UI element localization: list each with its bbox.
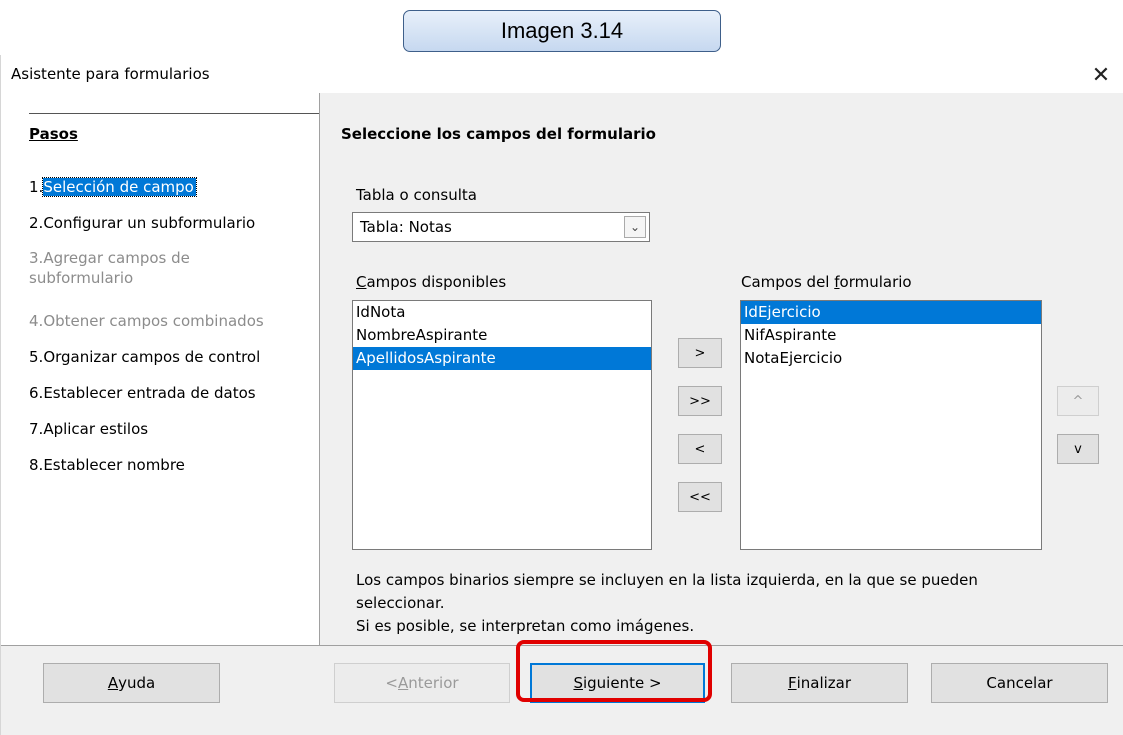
step-item-2[interactable]: 2.Configurar un subformulario: [29, 213, 255, 233]
finish-button[interactable]: Finalizar: [731, 663, 908, 703]
window-title: Asistente para formularios: [11, 65, 210, 83]
chevron-down-icon[interactable]: ⌄: [624, 216, 646, 238]
footer-divider: [1, 645, 1123, 646]
list-item[interactable]: IdEjercicio: [741, 301, 1041, 324]
step-label: Obtener campos combinados: [43, 312, 264, 330]
list-item[interactable]: NotaEjercicio: [741, 347, 1041, 370]
list-item[interactable]: ApellidosAspirante: [353, 347, 651, 370]
available-fields-label: Campos disponibles: [356, 273, 507, 291]
figure-caption: Imagen 3.14: [403, 10, 721, 52]
wizard-dialog: Asistente para formularios ✕ Pasos 1.Sel…: [0, 55, 1123, 735]
form-fields-list[interactable]: IdEjercicio NifAspirante NotaEjercicio: [740, 300, 1042, 550]
close-icon[interactable]: ✕: [1083, 58, 1119, 92]
step-item-8[interactable]: 8.Establecer nombre: [29, 455, 185, 475]
step-label: Establecer entrada de datos: [43, 384, 256, 402]
step-label: Selección de campo: [42, 177, 197, 197]
page-title: Seleccione los campos del formulario: [341, 125, 656, 143]
help-button[interactable]: Ayuda: [43, 663, 220, 703]
step-item-7[interactable]: 7.Aplicar estilos: [29, 419, 148, 439]
table-query-label: Tabla o consulta: [356, 186, 477, 204]
steps-divider: [29, 113, 320, 114]
list-item[interactable]: NifAspirante: [741, 324, 1041, 347]
list-item[interactable]: NombreAspirante: [353, 324, 651, 347]
list-item[interactable]: IdNota: [353, 301, 651, 324]
step-label: Agregar campos de: [43, 249, 190, 267]
info-text: Los campos binarios siempre se incluyen …: [356, 571, 978, 635]
back-button[interactable]: < Anterior: [334, 663, 510, 703]
step-item-1[interactable]: 1.Selección de campo: [29, 177, 197, 197]
remove-field-button[interactable]: <: [678, 434, 722, 464]
next-button[interactable]: Siguiente >: [530, 663, 705, 703]
move-down-button[interactable]: v: [1057, 434, 1099, 464]
table-query-select[interactable]: Tabla: Notas ⌄: [352, 212, 650, 242]
table-query-value: Tabla: Notas: [360, 218, 452, 236]
steps-panel: Pasos 1.Selección de campo 2.Configurar …: [1, 93, 320, 645]
step-label: Establecer nombre: [43, 456, 185, 474]
step-label: Organizar campos de control: [43, 348, 261, 366]
add-field-button[interactable]: >: [678, 338, 722, 368]
step-label: Aplicar estilos: [43, 420, 149, 438]
step-item-4: 4.Obtener campos combinados: [29, 312, 264, 330]
move-up-button[interactable]: ^: [1057, 386, 1099, 416]
step-label-continued: subformulario: [29, 269, 134, 287]
remove-all-fields-button[interactable]: <<: [678, 482, 722, 512]
step-item-3: 3.Agregar campos de subformulario: [29, 249, 190, 287]
form-fields-label: Campos del formulario: [741, 273, 912, 291]
step-item-5[interactable]: 5.Organizar campos de control: [29, 347, 260, 367]
steps-heading: Pasos: [29, 125, 78, 143]
step-label: Configurar un subformulario: [43, 214, 256, 232]
available-fields-list[interactable]: IdNota NombreAspirante ApellidosAspirant…: [352, 300, 652, 550]
panel-divider: [319, 93, 320, 645]
cancel-button[interactable]: Cancelar: [931, 663, 1108, 703]
step-item-6[interactable]: 6.Establecer entrada de datos: [29, 383, 256, 403]
add-all-fields-button[interactable]: >>: [678, 386, 722, 416]
dialog-body: Pasos 1.Selección de campo 2.Configurar …: [1, 93, 1123, 735]
title-bar: Asistente para formularios ✕: [1, 55, 1123, 93]
